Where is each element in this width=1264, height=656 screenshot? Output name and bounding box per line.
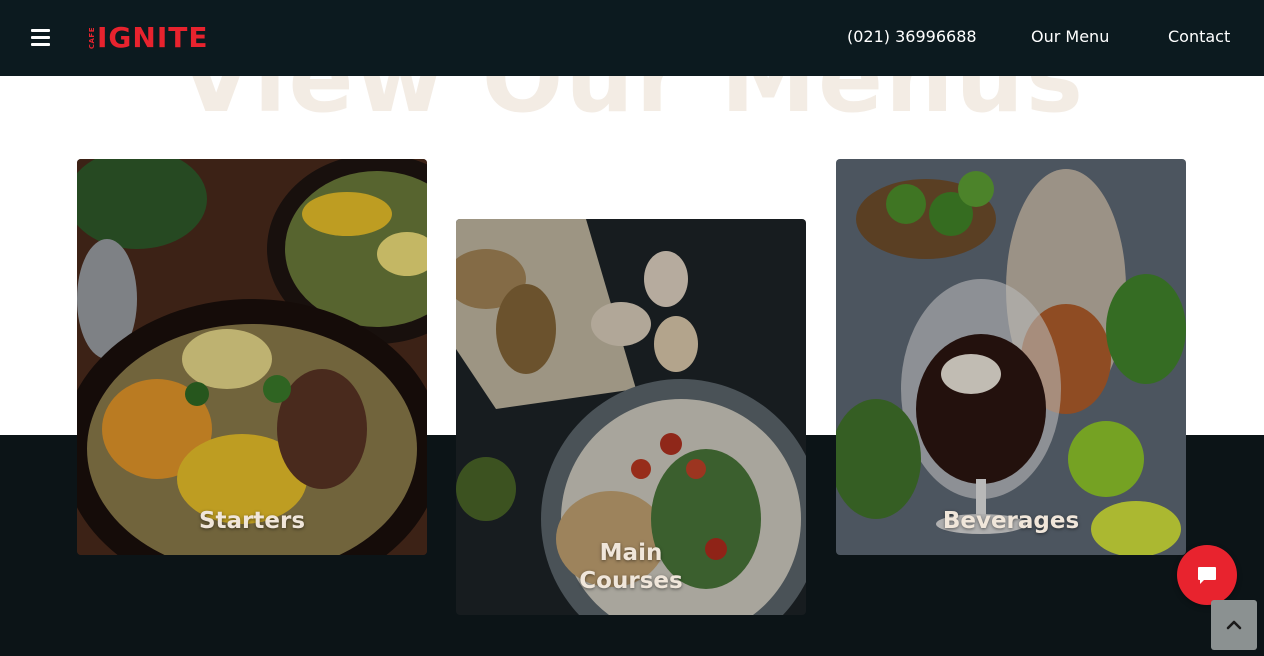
menu-card-starters[interactable]: Starters [77,159,427,555]
site-logo[interactable]: CAFE IGNITE [88,21,209,54]
menu-card-beverages[interactable]: Beverages [836,159,1186,555]
chat-bubble-icon [1198,567,1216,584]
hamburger-icon[interactable] [31,29,50,46]
logo-main-text: IGNITE [97,21,209,54]
chat-button[interactable] [1177,545,1237,605]
nav-phone-link[interactable]: (021) 36996688 [847,27,977,46]
card-label-beverages: Beverages [942,508,1080,534]
beverages-photo [836,159,1186,555]
logo-small-text: CAFE [88,26,96,50]
starters-photo [77,159,427,555]
nav-contact-link[interactable]: Contact [1168,27,1230,46]
menu-card-main-courses[interactable]: Main Courses [456,219,806,615]
nav-our-menu-link[interactable]: Our Menu [1031,27,1109,46]
chevron-up-icon [1226,620,1242,630]
scroll-top-button[interactable] [1211,600,1257,650]
card-label-main-courses: Main Courses [579,540,683,594]
site-header: CAFE IGNITE (021) 36996688 Our Menu Cont… [0,0,1264,76]
card-label-starters: Starters [198,508,306,534]
